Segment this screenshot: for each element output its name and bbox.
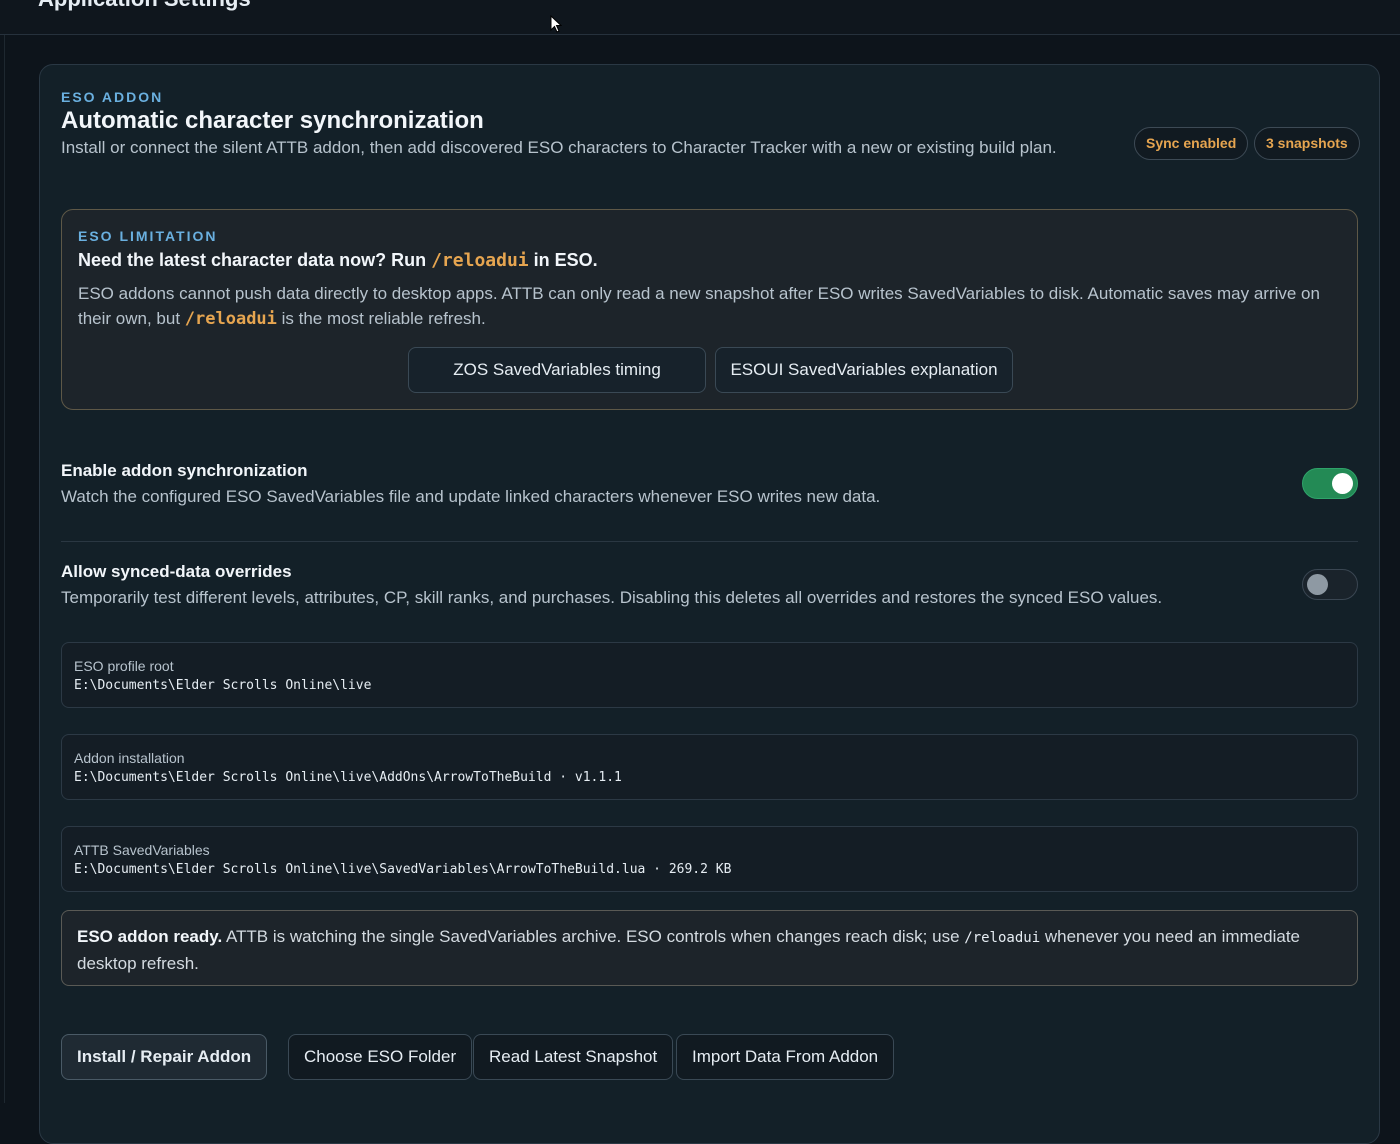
reloadui-code: /reloadui [184, 309, 277, 329]
reloadui-code: /reloadui [964, 930, 1041, 946]
profile-root-value: E:\Documents\Elder Scrolls Online\live [74, 678, 372, 693]
savedvariables-card: ATTB SavedVariables E:\Documents\Elder S… [61, 826, 1358, 892]
section-subtitle: Install or connect the silent ATTB addon… [61, 138, 1057, 157]
profile-root-card: ESO profile root E:\Documents\Elder Scro… [61, 642, 1358, 708]
choose-eso-folder-button[interactable]: Choose ESO Folder [288, 1034, 473, 1080]
status-text: ESO addon ready. ATTB is watching the si… [77, 927, 1301, 973]
savedvariables-value: E:\Documents\Elder Scrolls Online\live\S… [74, 862, 732, 877]
import-data-from-addon-button[interactable]: Import Data From Addon [676, 1034, 895, 1080]
left-rail [0, 35, 5, 1103]
overrides-setting-title: Allow synced-data overrides [61, 562, 292, 581]
addon-installation-value: E:\Documents\Elder Scrolls Online\live\A… [74, 770, 622, 785]
limitation-eyebrow: ESO LIMITATION [78, 228, 218, 244]
addon-installation-label: Addon installation [74, 750, 185, 766]
install-repair-addon-button[interactable]: Install / Repair Addon [61, 1034, 268, 1080]
snapshots-badge: 3 snapshots [1254, 127, 1360, 160]
toggle-knob [1332, 473, 1353, 494]
esoui-savedvariables-explanation-button[interactable]: ESOUI SavedVariables explanation [715, 347, 1013, 393]
overrides-toggle[interactable] [1302, 569, 1358, 600]
addon-installation-card: Addon installation E:\Documents\Elder Sc… [61, 734, 1358, 800]
sync-enabled-badge: Sync enabled [1134, 127, 1249, 160]
overrides-setting-description: Temporarily test different levels, attri… [61, 588, 1163, 607]
read-latest-snapshot-button[interactable]: Read Latest Snapshot [473, 1034, 674, 1080]
sync-setting-title: Enable addon synchronization [61, 461, 308, 480]
zos-savedvariables-timing-button[interactable]: ZOS SavedVariables timing [408, 347, 706, 393]
savedvariables-label: ATTB SavedVariables [74, 842, 210, 858]
eso-limitation-callout: ESO LIMITATION Need the latest character… [61, 209, 1358, 410]
eso-addon-panel: ESO ADDON Automatic character synchroniz… [39, 64, 1380, 1144]
sync-setting-description: Watch the configured ESO SavedVariables … [61, 487, 881, 506]
reloadui-code: /reloadui [431, 250, 529, 271]
section-title: Automatic character synchronization [61, 107, 484, 134]
toggle-knob [1307, 574, 1328, 595]
divider [61, 541, 1358, 542]
sync-toggle[interactable] [1302, 468, 1358, 499]
limitation-title: Need the latest character data now? Run … [78, 250, 598, 271]
top-header: Application Settings [0, 0, 1400, 35]
mouse-cursor-icon [550, 15, 562, 33]
limitation-text: ESO addons cannot push data directly to … [78, 284, 1320, 329]
page-title: Application Settings [38, 0, 251, 12]
profile-root-label: ESO profile root [74, 658, 174, 674]
addon-status-message: ESO addon ready. ATTB is watching the si… [61, 910, 1358, 986]
section-eyebrow: ESO ADDON [61, 89, 164, 105]
